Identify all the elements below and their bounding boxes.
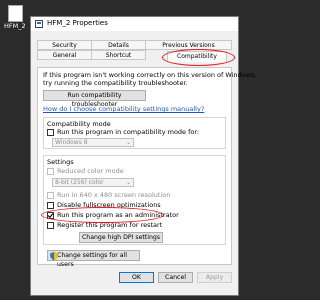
- title-bar[interactable]: HFM_2 Properties: [31, 17, 238, 31]
- tab-shortcut[interactable]: Shortcut: [91, 50, 146, 60]
- color-mode-select-value: 8-bit (256) color: [55, 179, 104, 186]
- compatibility-mode-checkbox[interactable]: [47, 129, 54, 136]
- annotation-circle-tab: [162, 49, 235, 66]
- color-mode-select[interactable]: 8-bit (256) color ⌄: [52, 178, 134, 187]
- run-640-checkbox[interactable]: [47, 192, 54, 199]
- chevron-down-icon: ⌄: [125, 139, 131, 146]
- change-high-dpi-button[interactable]: Change high DPI settings: [79, 232, 163, 243]
- intro-text-line-2: try running the compatibility troublesho…: [43, 79, 188, 87]
- disable-fullscreen-checkbox[interactable]: [47, 202, 54, 209]
- tab-general[interactable]: General: [37, 50, 92, 60]
- register-restart-label: Register this program for restart: [57, 221, 163, 229]
- settings-group: Settings Reduced color mode 8-bit (256) …: [41, 155, 226, 245]
- run-troubleshooter-button[interactable]: Run compatibility troubleshooter: [43, 90, 146, 108]
- chevron-down-icon: ⌄: [125, 179, 131, 186]
- register-restart-checkbox[interactable]: [47, 222, 54, 229]
- compatibility-mode-select-value: Windows 8: [55, 139, 88, 146]
- ok-button[interactable]: OK: [119, 272, 154, 283]
- tab-details[interactable]: Details: [91, 40, 146, 50]
- document-icon: [8, 5, 23, 22]
- tab-security[interactable]: Security: [37, 40, 92, 50]
- intro-text-line-1: If this program isn't working correctly …: [43, 71, 257, 79]
- apply-button[interactable]: Apply: [197, 272, 232, 283]
- manual-settings-link[interactable]: How do I choose compatibility settings m…: [43, 105, 204, 113]
- shield-icon: [50, 252, 58, 261]
- cancel-button[interactable]: Cancel: [158, 272, 193, 283]
- compatibility-mode-select[interactable]: Windows 8 ⌄: [52, 138, 134, 147]
- compatibility-mode-label: Run this program in compatibility mode f…: [57, 128, 200, 136]
- window-title: HFM_2 Properties: [47, 19, 108, 27]
- run-640-label: Run in 640 x 480 screen resolution: [57, 191, 171, 199]
- compatibility-panel: If this program isn't working correctly …: [37, 67, 256, 268]
- settings-title: Settings: [47, 158, 74, 166]
- properties-window: HFM_2 Properties Security Details Previo…: [30, 16, 256, 296]
- change-settings-all-users-button[interactable]: Change settings for all users: [47, 250, 140, 268]
- change-settings-all-users-label: Change settings for all users: [57, 252, 128, 268]
- desktop-shortcut-label: HFM_2: [4, 22, 26, 30]
- reduced-color-checkbox[interactable]: [47, 168, 54, 175]
- window-icon: [35, 20, 43, 28]
- compatibility-mode-group: Compatibility mode Run this program in c…: [43, 117, 226, 149]
- reduced-color-label: Reduced color mode: [57, 167, 124, 175]
- desktop-shortcut[interactable]: HFM_2: [4, 4, 26, 30]
- compatibility-mode-title: Compatibility mode: [47, 120, 111, 128]
